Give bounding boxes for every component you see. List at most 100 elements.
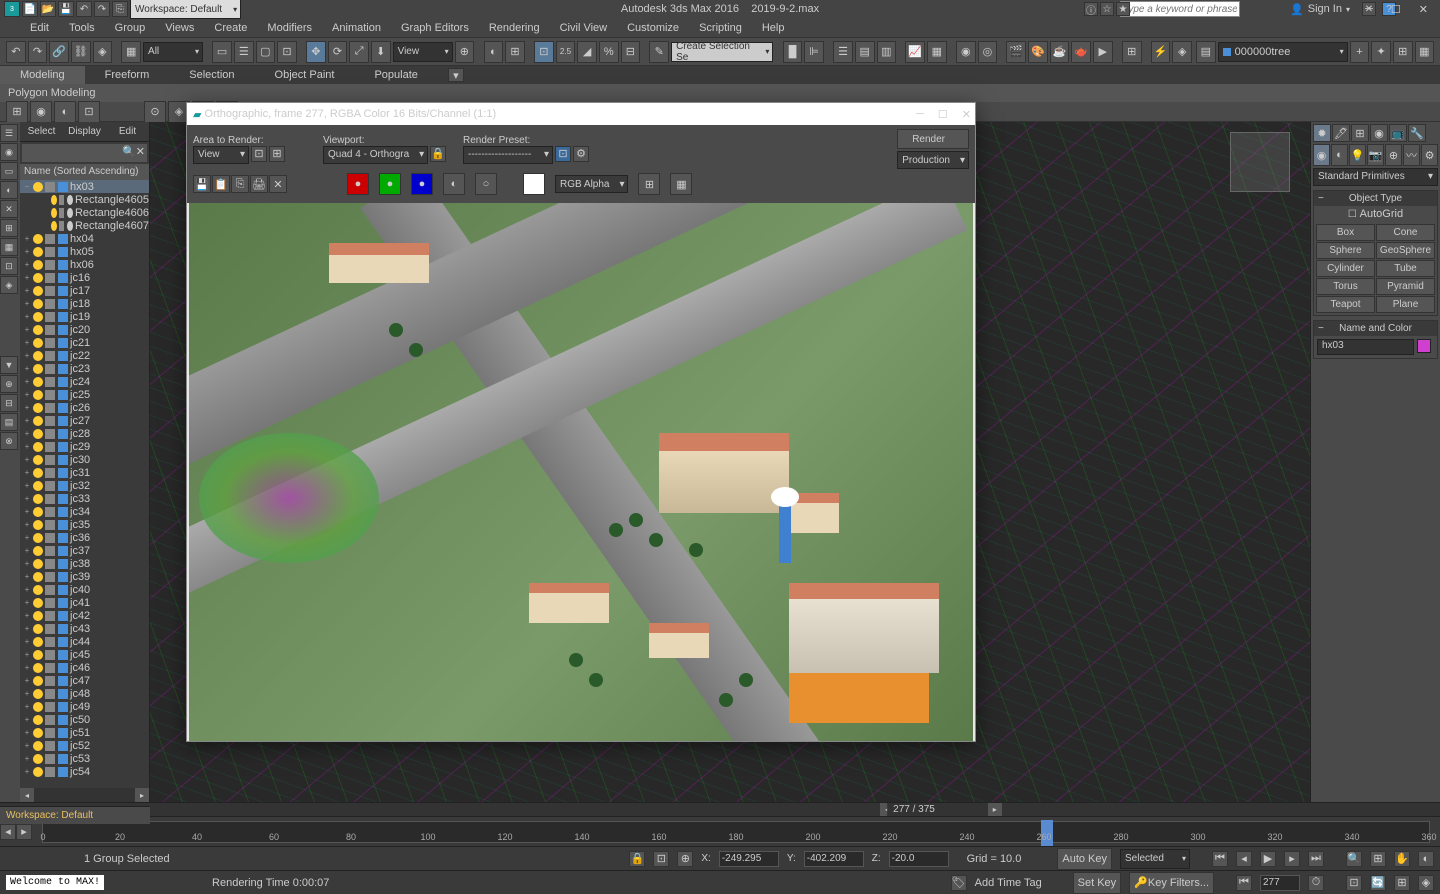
nv1[interactable]: 🔍 [1346,851,1362,867]
selfilter-btn[interactable]: ▦ [121,41,141,63]
tl-start[interactable]: ◂ [0,824,16,840]
lt8[interactable]: ⊡ [0,257,18,275]
lt5[interactable]: ✕ [0,200,18,218]
rw-m[interactable]: ○ [475,173,497,195]
coord-y[interactable] [804,851,864,867]
tree-item[interactable]: Rectangle4605 [20,193,149,206]
tree-item[interactable]: +jc25 [20,388,149,401]
rp-space[interactable]: 〰 [1403,144,1420,166]
tree-item[interactable]: +jc23 [20,362,149,375]
prim-teapot[interactable]: Teapot [1316,296,1375,313]
prim-box[interactable]: Box [1316,224,1375,241]
tl-end[interactable]: ▸ [16,824,32,840]
lt4[interactable]: ◐ [0,181,18,199]
sc2-btn[interactable]: ◈ [1172,41,1192,63]
area-b1[interactable]: ⊡ [251,146,267,162]
outliner-sort-header[interactable]: Name (Sorted Ascending) [20,164,149,180]
tree-item[interactable]: +jc24 [20,375,149,388]
bind-btn[interactable]: ◈ [93,41,113,63]
pb4[interactable]: ▸ [1284,851,1300,867]
tree-item[interactable]: +jc41 [20,596,149,609]
render5-btn[interactable]: ▶ [1093,41,1113,63]
spinner-btn[interactable]: ⊟ [621,41,641,63]
align-btn[interactable]: ⊫ [804,41,824,63]
lt10[interactable]: ▼ [0,356,18,374]
asnap-btn[interactable]: 2.5 [556,41,576,63]
maxscript-listener[interactable]: Welcome to MAX! [6,875,104,890]
pb3[interactable]: ▶ [1260,851,1276,867]
namedsel-dropdown[interactable]: Create Selection Se [671,42,773,62]
object-type-rollout[interactable]: Object Type [1314,191,1437,206]
keyfilters-btn[interactable]: 🔑 Key Filters... [1129,872,1214,894]
layer-dropdown[interactable]: 000000tree [1218,42,1348,62]
nv3[interactable]: ✋ [1394,851,1410,867]
tree-item[interactable]: +jc51 [20,726,149,739]
info-icon[interactable]: ⓘ [1084,2,1098,16]
tree-item[interactable]: +jc17 [20,284,149,297]
render1-btn[interactable]: 🎬 [1006,41,1026,63]
tree-item[interactable]: +jc32 [20,479,149,492]
save-icon[interactable]: 💾 [58,1,74,17]
search-input[interactable] [1120,1,1240,17]
rw-del[interactable]: ✕ [269,175,287,193]
rw-swatch[interactable] [523,173,545,195]
render-min[interactable]: ─ [916,108,924,121]
open-icon[interactable]: 📂 [40,1,56,17]
menu-edit[interactable]: Edit [20,22,59,34]
scroll-right[interactable]: ▸ [135,788,149,802]
lt14[interactable]: ⊗ [0,432,18,450]
new-icon[interactable]: 📄 [22,1,38,17]
lt13[interactable]: ▤ [0,413,18,431]
layer-toggle[interactable]: ▤ [1196,41,1216,63]
menu-customize[interactable]: Customize [617,22,689,34]
viewport-dropdown[interactable]: Quad 4 - Orthogra [323,146,428,164]
pivot-btn[interactable]: ⊕ [455,41,475,63]
snap-btn[interactable]: ⊡ [534,41,554,63]
menu-scripting[interactable]: Scripting [689,22,752,34]
maximize-icon[interactable]: ☐ [1391,3,1401,16]
rp-modify[interactable]: 🖊 [1332,124,1350,142]
object-color-swatch[interactable] [1417,339,1431,353]
timeline-scroll[interactable]: ◂ 277 / 375 ▸ [0,802,1440,816]
rp-sys[interactable]: ⚙ [1421,144,1438,166]
rp-cam[interactable]: 📷 [1367,144,1384,166]
fav-icon[interactable]: ★ [1116,2,1130,16]
la4[interactable]: ▦ [1415,41,1435,63]
rps-btn[interactable]: ⊞ [1122,41,1142,63]
coord-x[interactable] [719,851,779,867]
tree-item[interactable]: +jc38 [20,557,149,570]
outliner-tab-display[interactable]: Display [63,122,106,141]
lt12[interactable]: ⊟ [0,394,18,412]
render2-btn[interactable]: 🎨 [1028,41,1048,63]
rw-b[interactable]: ● [411,173,433,195]
selname-btn[interactable]: ☰ [234,41,254,63]
tree-item[interactable]: +jc50 [20,713,149,726]
tree-item[interactable]: +jc49 [20,700,149,713]
add-time-tag[interactable]: Add Time Tag [975,877,1065,889]
tree-item[interactable]: +jc46 [20,661,149,674]
keymode-btn[interactable]: ⊞ [505,41,525,63]
rp-light[interactable]: 💡 [1349,144,1366,166]
mat2-btn[interactable]: ◎ [978,41,998,63]
tree-item[interactable]: +jc48 [20,687,149,700]
menu-grapheditors[interactable]: Graph Editors [391,22,479,34]
area-dropdown[interactable]: View [193,146,249,164]
tree-item[interactable]: +jc34 [20,505,149,518]
undo-btn[interactable]: ↶ [6,41,26,63]
frame-input[interactable] [1260,875,1300,891]
minimize-icon[interactable]: ─ [1365,3,1373,16]
unlink-btn[interactable]: ⛓ [71,41,91,63]
tree-item[interactable]: +jc44 [20,635,149,648]
tree-item[interactable]: +hx06 [20,258,149,271]
scale-btn[interactable]: ⤢ [349,41,369,63]
esel-btn[interactable]: ✎ [649,41,669,63]
primitive-dropdown[interactable]: Standard Primitives [1313,168,1438,186]
kb1[interactable]: ⏮ [1236,875,1252,891]
tlsc-right[interactable]: ▸ [988,803,1002,817]
menu-rendering[interactable]: Rendering [479,22,550,34]
lt9[interactable]: ◈ [0,276,18,294]
tag-btn[interactable]: 🏷 [951,875,967,891]
autogrid-check[interactable]: ☐ AutoGrid [1314,206,1437,222]
outliner-search[interactable]: 🔍✕ [22,144,147,162]
nv2[interactable]: ⊞ [1370,851,1386,867]
